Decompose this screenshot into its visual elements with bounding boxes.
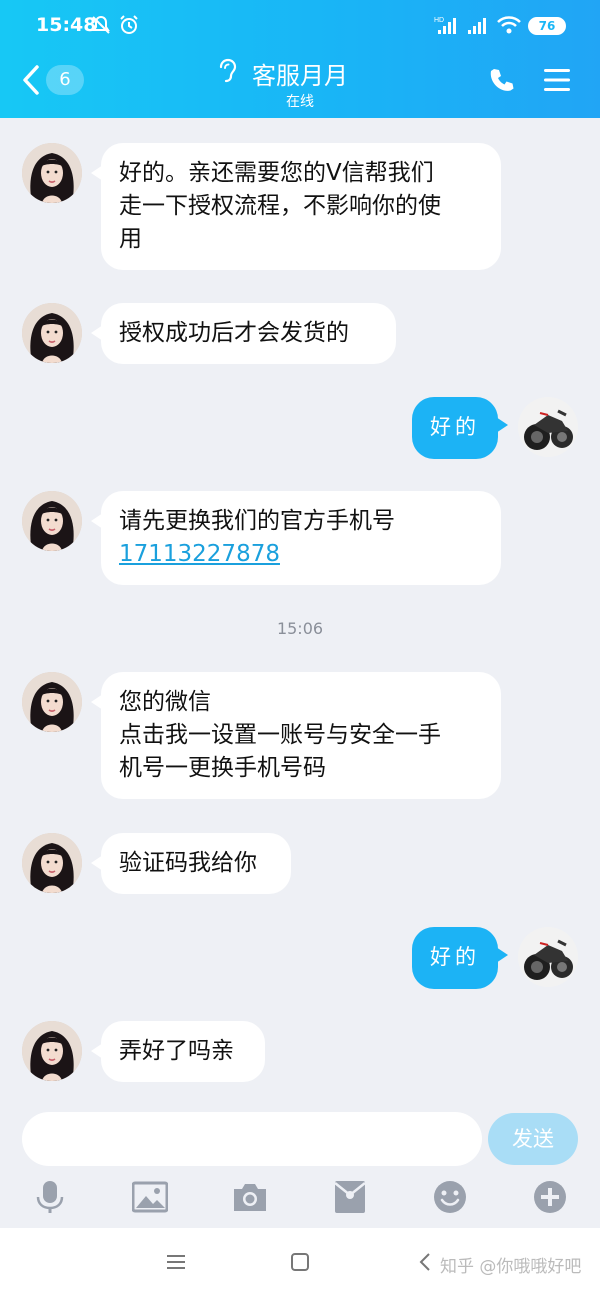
online-status: 在线 [286, 94, 314, 110]
contact-avatar[interactable] [22, 303, 82, 363]
chat-header: 15:48 HD 76 6 客服月月 在线 [0, 0, 600, 118]
back-nav-icon[interactable] [418, 1252, 432, 1272]
chat-title: 客服月月 [252, 62, 348, 90]
contact-avatar[interactable] [22, 672, 82, 732]
phone-number-link[interactable]: 17113227878 [119, 538, 483, 571]
mute-bell-icon [92, 15, 110, 34]
plus-icon[interactable] [532, 1179, 568, 1215]
message-text: 好的 [430, 415, 480, 439]
message-text: 好的 [430, 945, 480, 969]
status-time: 15:48 [36, 14, 97, 36]
home-icon[interactable] [290, 1252, 310, 1272]
message-bubble-incoming[interactable]: 弄好了吗亲 [91, 1021, 265, 1082]
system-nav-bar: 知乎 @你哦哦好吧 [0, 1228, 600, 1300]
menu-icon[interactable] [542, 66, 572, 94]
emoji-icon[interactable] [432, 1179, 468, 1215]
message-text: 弄好了吗亲 [119, 1038, 234, 1064]
contact-avatar[interactable] [22, 143, 82, 203]
contact-avatar[interactable] [22, 833, 82, 893]
message-text: 授权成功后才会发货的 [119, 320, 349, 346]
message-text: 请先更换我们的官方手机号 [119, 508, 395, 534]
message-timestamp: 15:06 [276, 619, 324, 638]
message-bubble-incoming[interactable]: 您的微信 点击我一设置一账号与安全一手 机号一更换手机号码 [91, 672, 501, 799]
hd-signal-icon: HD [434, 17, 456, 34]
message-text: 好的。亲还需要您的V信帮我们 走一下授权流程，不影响你的使 用 [119, 160, 441, 252]
recent-apps-icon[interactable] [166, 1252, 186, 1272]
my-avatar[interactable] [518, 397, 578, 457]
my-avatar[interactable] [518, 927, 578, 987]
send-button[interactable]: 发送 [488, 1113, 578, 1165]
battery-indicator: 76 [528, 17, 566, 35]
signal-icon [468, 18, 486, 34]
wifi-icon [497, 16, 521, 34]
microphone-icon[interactable] [32, 1179, 68, 1215]
message-bubble-incoming[interactable]: 授权成功后才会发货的 [91, 303, 396, 364]
message-text: 您的微信 点击我一设置一账号与安全一手 机号一更换手机号码 [119, 689, 441, 781]
message-bubble-outgoing[interactable]: 好的 [412, 397, 508, 459]
message-bubble-outgoing[interactable]: 好的 [412, 927, 508, 989]
status-bar: 15:48 HD 76 [0, 0, 600, 50]
alarm-clock-icon [120, 15, 138, 34]
message-text: 验证码我给你 [119, 850, 257, 876]
phone-icon[interactable] [488, 66, 516, 94]
message-bubble-incoming[interactable]: 好的。亲还需要您的V信帮我们 走一下授权流程，不影响你的使 用 [91, 143, 501, 270]
ear-icon [219, 58, 237, 83]
contact-avatar[interactable] [22, 491, 82, 551]
message-bubble-incoming[interactable]: 请先更换我们的官方手机号 17113227878 [91, 491, 501, 585]
message-bubble-incoming[interactable]: 验证码我给你 [91, 833, 291, 894]
red-packet-icon[interactable] [332, 1179, 368, 1215]
svg-text:HD: HD [434, 17, 444, 24]
image-icon[interactable] [132, 1179, 168, 1215]
watermark: 知乎 @你哦哦好吧 [440, 1257, 582, 1277]
message-input[interactable] [22, 1112, 482, 1166]
camera-icon[interactable] [232, 1179, 268, 1215]
contact-avatar[interactable] [22, 1021, 82, 1081]
